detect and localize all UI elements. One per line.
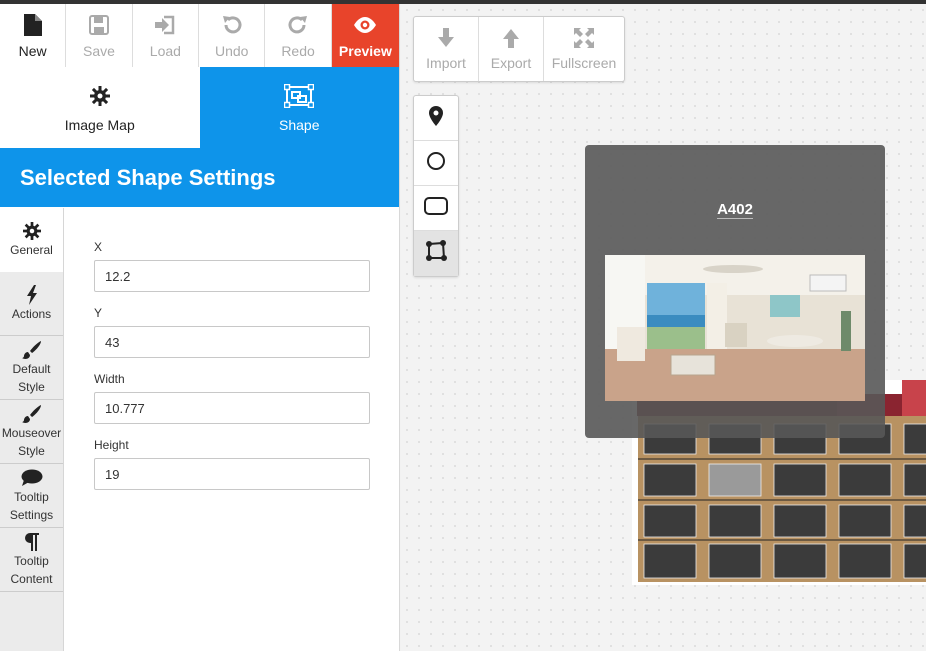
export-button[interactable]: Export [479, 17, 544, 81]
mouseover-style-label-2: Style [18, 443, 45, 458]
polygon-icon [424, 240, 448, 267]
redo-icon [287, 13, 309, 37]
side-tab-tooltip-settings[interactable]: Tooltip Settings [0, 464, 63, 528]
load-label: Load [149, 42, 181, 59]
actions-label: Actions [11, 306, 52, 321]
tooltip-settings-label-1: Tooltip [14, 489, 49, 504]
tooltip-content-label-1: Tooltip [14, 553, 49, 568]
width-input[interactable] [94, 392, 370, 424]
fullscreen-button[interactable]: Fullscreen [544, 17, 624, 81]
tooltip-content-label-2: Content [10, 571, 53, 586]
object-group-icon [284, 83, 315, 109]
shape-fields: X Y Width Height [94, 240, 370, 504]
undo-button[interactable]: Undo [199, 4, 266, 67]
load-button[interactable]: Load [132, 4, 200, 67]
image-map-label: Image Map [64, 116, 135, 133]
x-field-group: X [94, 240, 370, 292]
tab-image-map[interactable]: Image Map [0, 67, 200, 148]
oval-tool-button[interactable] [414, 141, 458, 186]
import-label: Import [426, 55, 466, 71]
sign-in-icon [154, 13, 176, 37]
section-title: Selected Shape Settings [0, 148, 399, 207]
canvas-toolbar: Import Export Fullscreen [413, 16, 625, 82]
main-toolbar: New Save Load Undo Redo Preview [0, 4, 400, 67]
tooltip-title: A402 [585, 201, 885, 219]
tooltip-title-text: A402 [717, 201, 753, 219]
side-tab-mouseover-style[interactable]: Mouseover Style [0, 400, 63, 464]
paint-brush-icon [21, 340, 42, 360]
tooltip-settings-label-2: Settings [9, 507, 54, 522]
width-label: Width [94, 372, 125, 386]
expand-icon [574, 27, 594, 49]
bolt-icon [26, 284, 38, 305]
x-label: X [94, 240, 103, 254]
comment-icon [21, 468, 43, 488]
rect-tool-button[interactable] [414, 186, 458, 231]
redo-label: Redo [281, 42, 315, 59]
arrow-down-icon [436, 27, 456, 49]
y-field-group: Y [94, 306, 370, 358]
preview-label: Preview [338, 42, 392, 59]
paint-brush-icon [21, 404, 42, 424]
export-label: Export [490, 55, 532, 71]
editor-panel: New Save Load Undo Redo Preview Image Ma… [0, 4, 400, 651]
undo-icon [221, 13, 243, 37]
drawing-tools [413, 95, 459, 277]
side-tab-actions[interactable]: Actions [0, 272, 63, 336]
height-field-group: Height [94, 438, 370, 490]
width-field-group: Width [94, 372, 370, 424]
import-button[interactable]: Import [414, 17, 479, 81]
eye-icon [353, 13, 377, 37]
side-tab-tooltip-content[interactable]: Tooltip Content [0, 528, 63, 592]
side-tab-general[interactable]: General [0, 208, 63, 272]
shape-label: Shape [279, 116, 320, 133]
spot-tool-button[interactable] [414, 96, 458, 141]
undo-label: Undo [214, 42, 249, 59]
preview-button[interactable]: Preview [331, 4, 400, 67]
arrow-up-icon [501, 27, 521, 49]
poly-tool-button[interactable] [414, 231, 458, 276]
circle-icon [426, 151, 446, 176]
save-button[interactable]: Save [66, 4, 133, 67]
mouseover-style-label-1: Mouseover [1, 425, 62, 440]
editor-canvas[interactable]: Import Export Fullscreen A402 [401, 4, 926, 651]
new-label: New [18, 42, 47, 59]
height-input[interactable] [94, 458, 370, 490]
y-input[interactable] [94, 326, 370, 358]
map-marker-icon [429, 105, 443, 131]
save-icon [89, 13, 110, 37]
x-input[interactable] [94, 260, 370, 292]
side-tab-default-style[interactable]: Default Style [0, 336, 63, 400]
fullscreen-label: Fullscreen [551, 55, 617, 71]
shape-tooltip: A402 [585, 145, 885, 438]
default-style-label-2: Style [18, 379, 45, 394]
paragraph-icon [24, 532, 39, 552]
default-style-label-1: Default [12, 361, 51, 376]
tooltip-photo [605, 255, 865, 401]
y-label: Y [94, 306, 103, 320]
settings-side-tabs: General Actions Default Style Mouseover … [0, 208, 64, 651]
file-icon [23, 13, 42, 37]
new-button[interactable]: New [0, 4, 67, 67]
save-label: Save [83, 42, 115, 59]
general-label: General [10, 243, 53, 257]
mode-tabs: Image Map Shape [0, 67, 399, 148]
tab-shape[interactable]: Shape [199, 67, 399, 148]
gear-icon [22, 221, 41, 241]
height-label: Height [94, 438, 129, 452]
rounded-rect-icon [424, 196, 448, 220]
gear-icon [89, 83, 110, 109]
redo-button[interactable]: Redo [265, 4, 332, 67]
